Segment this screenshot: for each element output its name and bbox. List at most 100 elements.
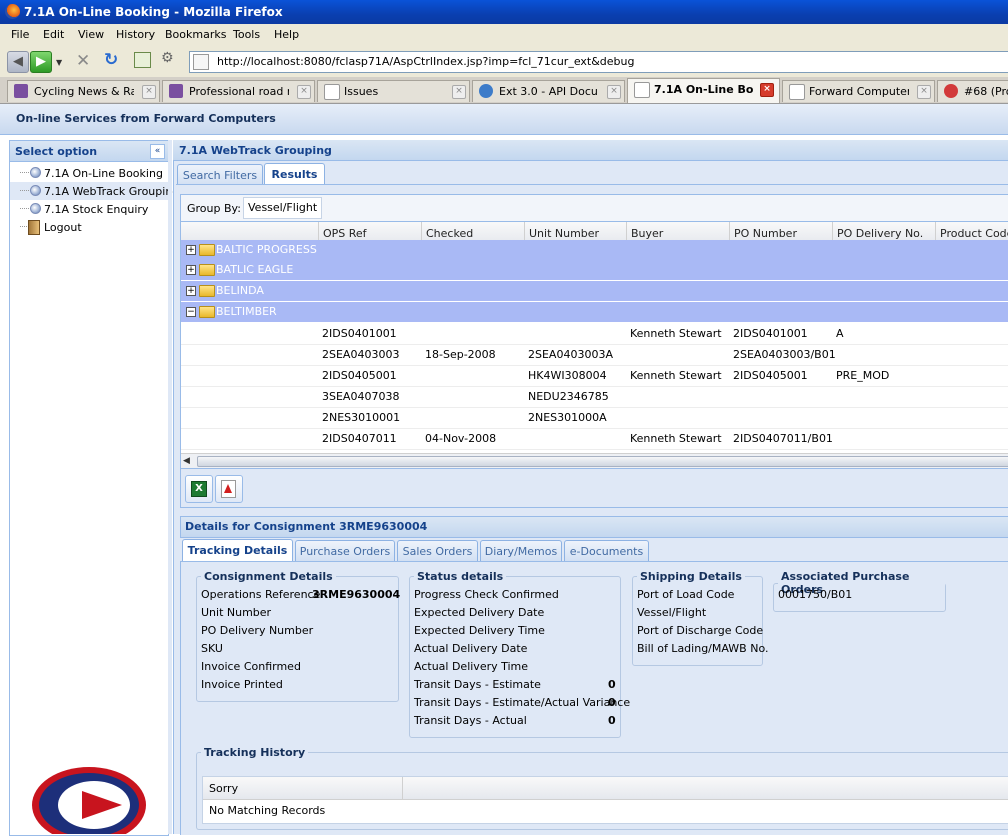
close-tab-icon[interactable]: × bbox=[607, 85, 621, 99]
menu-help[interactable]: Help bbox=[274, 28, 299, 41]
cell-po-number: 2IDS0405001 bbox=[733, 369, 808, 382]
export-excel-button[interactable]: X bbox=[185, 475, 213, 503]
menu-file[interactable]: File bbox=[11, 28, 29, 41]
url-bar[interactable]: http://localhost:8080/fclasp71A/AspCtrlI… bbox=[189, 51, 1008, 73]
close-tab-icon[interactable]: × bbox=[142, 85, 156, 99]
field-label: Actual Delivery Date bbox=[414, 642, 528, 655]
browser-tab[interactable]: Professional road r... × bbox=[162, 80, 315, 102]
field-label: Port of Discharge Code bbox=[637, 624, 764, 637]
forward-computers-logo bbox=[30, 765, 148, 837]
extension-icon[interactable]: ⚙ bbox=[161, 50, 174, 66]
sidebar-item-online-booking[interactable]: 7.1A On-Line Booking bbox=[10, 164, 168, 182]
associated-po-link[interactable]: 0001750/B01 bbox=[778, 588, 852, 601]
folder-icon bbox=[199, 285, 215, 297]
tab-label: Purchase Orders bbox=[299, 545, 391, 558]
column-header-label[interactable]: Sorry bbox=[209, 782, 238, 795]
close-tab-icon[interactable]: × bbox=[760, 83, 774, 97]
group-row[interactable]: + BATLIC EAGLE bbox=[181, 260, 1008, 281]
tracking-history-grid: Sorry No Matching Records bbox=[202, 776, 1008, 824]
table-row[interactable]: 2IDS0407011 04-Nov-2008 Kenneth Stewart … bbox=[181, 428, 1008, 450]
close-tab-icon[interactable]: × bbox=[452, 85, 466, 99]
cell-buyer: Kenneth Stewart bbox=[630, 432, 722, 445]
tab-search-filters[interactable]: Search Filters bbox=[177, 164, 263, 185]
scrollbar-thumb[interactable] bbox=[197, 456, 1008, 467]
close-tab-icon[interactable]: × bbox=[917, 85, 931, 99]
field-label: Bill of Lading/MAWB No. bbox=[637, 642, 769, 655]
folder-icon bbox=[199, 244, 215, 256]
excel-icon: X bbox=[191, 481, 207, 497]
close-tab-icon[interactable]: × bbox=[297, 85, 311, 99]
expand-icon[interactable]: + bbox=[186, 265, 196, 275]
table-row[interactable]: 2NES3010001 2NES301000A bbox=[181, 407, 1008, 429]
cell-ops-ref: 2IDS0407011 bbox=[322, 432, 397, 445]
site-identity-icon[interactable] bbox=[193, 54, 209, 70]
cell-checked: 18-Sep-2008 bbox=[425, 348, 496, 361]
collapse-left-icon[interactable]: « bbox=[150, 144, 165, 159]
group-name: BATLIC EAGLE bbox=[216, 263, 294, 276]
sidebar-item-webtrack-grouping[interactable]: 7.1A WebTrack Grouping bbox=[10, 182, 179, 200]
browser-tab-active[interactable]: 7.1A On-Line Bo... × bbox=[627, 78, 780, 103]
transit-days-estimate-value: 0 bbox=[608, 678, 616, 691]
sidebar-item-stock-enquiry[interactable]: 7.1A Stock Enquiry bbox=[10, 200, 168, 218]
history-dropdown-icon[interactable]: ▼ bbox=[56, 58, 62, 67]
home-icon[interactable] bbox=[134, 52, 151, 68]
tab-tracking-details[interactable]: Tracking Details bbox=[182, 539, 293, 561]
tab-results[interactable]: Results bbox=[264, 163, 325, 185]
menu-edit[interactable]: Edit bbox=[43, 28, 64, 41]
page-title: 7.1A WebTrack Grouping bbox=[179, 144, 332, 157]
column-header-label: Unit Number bbox=[529, 227, 600, 240]
tab-purchase-orders[interactable]: Purchase Orders bbox=[295, 540, 395, 561]
field-label: Expected Delivery Date bbox=[414, 606, 545, 619]
table-row[interactable]: 2IDS0405001 HK4WI308004 Kenneth Stewart … bbox=[181, 365, 1008, 387]
panel-splitter[interactable] bbox=[168, 140, 172, 834]
menu-bar: File Edit View History Bookmarks Tools H… bbox=[0, 24, 1008, 46]
browser-tab[interactable]: Forward Computer... × bbox=[782, 80, 935, 102]
field-label: Transit Days - Estimate bbox=[414, 678, 541, 691]
group-row[interactable]: + BELINDA bbox=[181, 281, 1008, 302]
sidebar-item-logout[interactable]: Logout bbox=[10, 218, 168, 236]
menu-view[interactable]: View bbox=[78, 28, 104, 41]
cell-buyer: Kenneth Stewart bbox=[630, 369, 722, 382]
table-row[interactable]: 2IDS0401001 Kenneth Stewart 2IDS0401001 … bbox=[181, 323, 1008, 345]
expand-icon[interactable]: + bbox=[186, 286, 196, 296]
browser-tab-label: Ext 3.0 - API Docu... bbox=[499, 85, 599, 98]
browser-tab[interactable]: Cycling News & Ra... × bbox=[7, 80, 160, 102]
table-row[interactable]: 3SEA0407038 NEDU2346785 bbox=[181, 386, 1008, 408]
horizontal-scrollbar[interactable]: ◀ bbox=[181, 453, 1008, 468]
browser-tab-label: 7.1A On-Line Bo... bbox=[654, 83, 754, 96]
cell-po-delivery: PRE_MOD bbox=[836, 369, 890, 382]
scroll-left-icon[interactable]: ◀ bbox=[183, 456, 190, 466]
menu-bookmarks[interactable]: Bookmarks bbox=[165, 28, 226, 41]
tab-e-documents[interactable]: e-Documents bbox=[564, 540, 649, 561]
browser-tab-label: Cycling News & Ra... bbox=[34, 85, 134, 98]
table-row[interactable]: 2SEA0403003 18-Sep-2008 2SEA0403003A 2SE… bbox=[181, 344, 1008, 366]
field-label: Invoice Printed bbox=[201, 678, 283, 691]
field-label: Progress Check Confirmed bbox=[414, 588, 559, 601]
collapse-icon[interactable]: − bbox=[186, 307, 196, 317]
browser-tab[interactable]: Ext 3.0 - API Docu... × bbox=[472, 80, 625, 102]
stop-icon[interactable]: ✕ bbox=[76, 51, 90, 71]
tab-sales-orders[interactable]: Sales Orders bbox=[397, 540, 478, 561]
page-icon bbox=[789, 84, 805, 100]
reload-icon[interactable]: ↻ bbox=[104, 50, 118, 70]
group-row-expanded[interactable]: − BELTIMBER bbox=[181, 302, 1008, 323]
menu-tools[interactable]: Tools bbox=[233, 28, 260, 41]
column-header-label: OPS Ref bbox=[323, 227, 367, 240]
door-icon bbox=[28, 220, 40, 235]
export-pdf-button[interactable] bbox=[215, 475, 243, 503]
group-row[interactable]: + BALTIC PROGRESS bbox=[181, 240, 1008, 261]
forward-button[interactable]: ▶ bbox=[30, 51, 52, 73]
group-by-select[interactable]: Vessel/Flight bbox=[243, 197, 323, 219]
menu-history[interactable]: History bbox=[116, 28, 155, 41]
tracking-history-group: Tracking History Sorry No Matching Recor… bbox=[196, 746, 1008, 830]
browser-tab[interactable]: Issues × bbox=[317, 80, 470, 102]
bug-icon bbox=[944, 84, 958, 98]
browser-tab[interactable]: #68 (Pro bbox=[937, 80, 1008, 102]
sidebar-header: Select option « bbox=[10, 141, 168, 162]
expand-icon[interactable]: + bbox=[186, 245, 196, 255]
browser-tab-label: Issues bbox=[344, 85, 379, 98]
back-button[interactable]: ◀ bbox=[7, 51, 29, 73]
ext-icon bbox=[479, 84, 493, 98]
tab-diary-memos[interactable]: Diary/Memos bbox=[480, 540, 562, 561]
app-header: On-line Services from Forward Computers bbox=[0, 104, 1008, 135]
